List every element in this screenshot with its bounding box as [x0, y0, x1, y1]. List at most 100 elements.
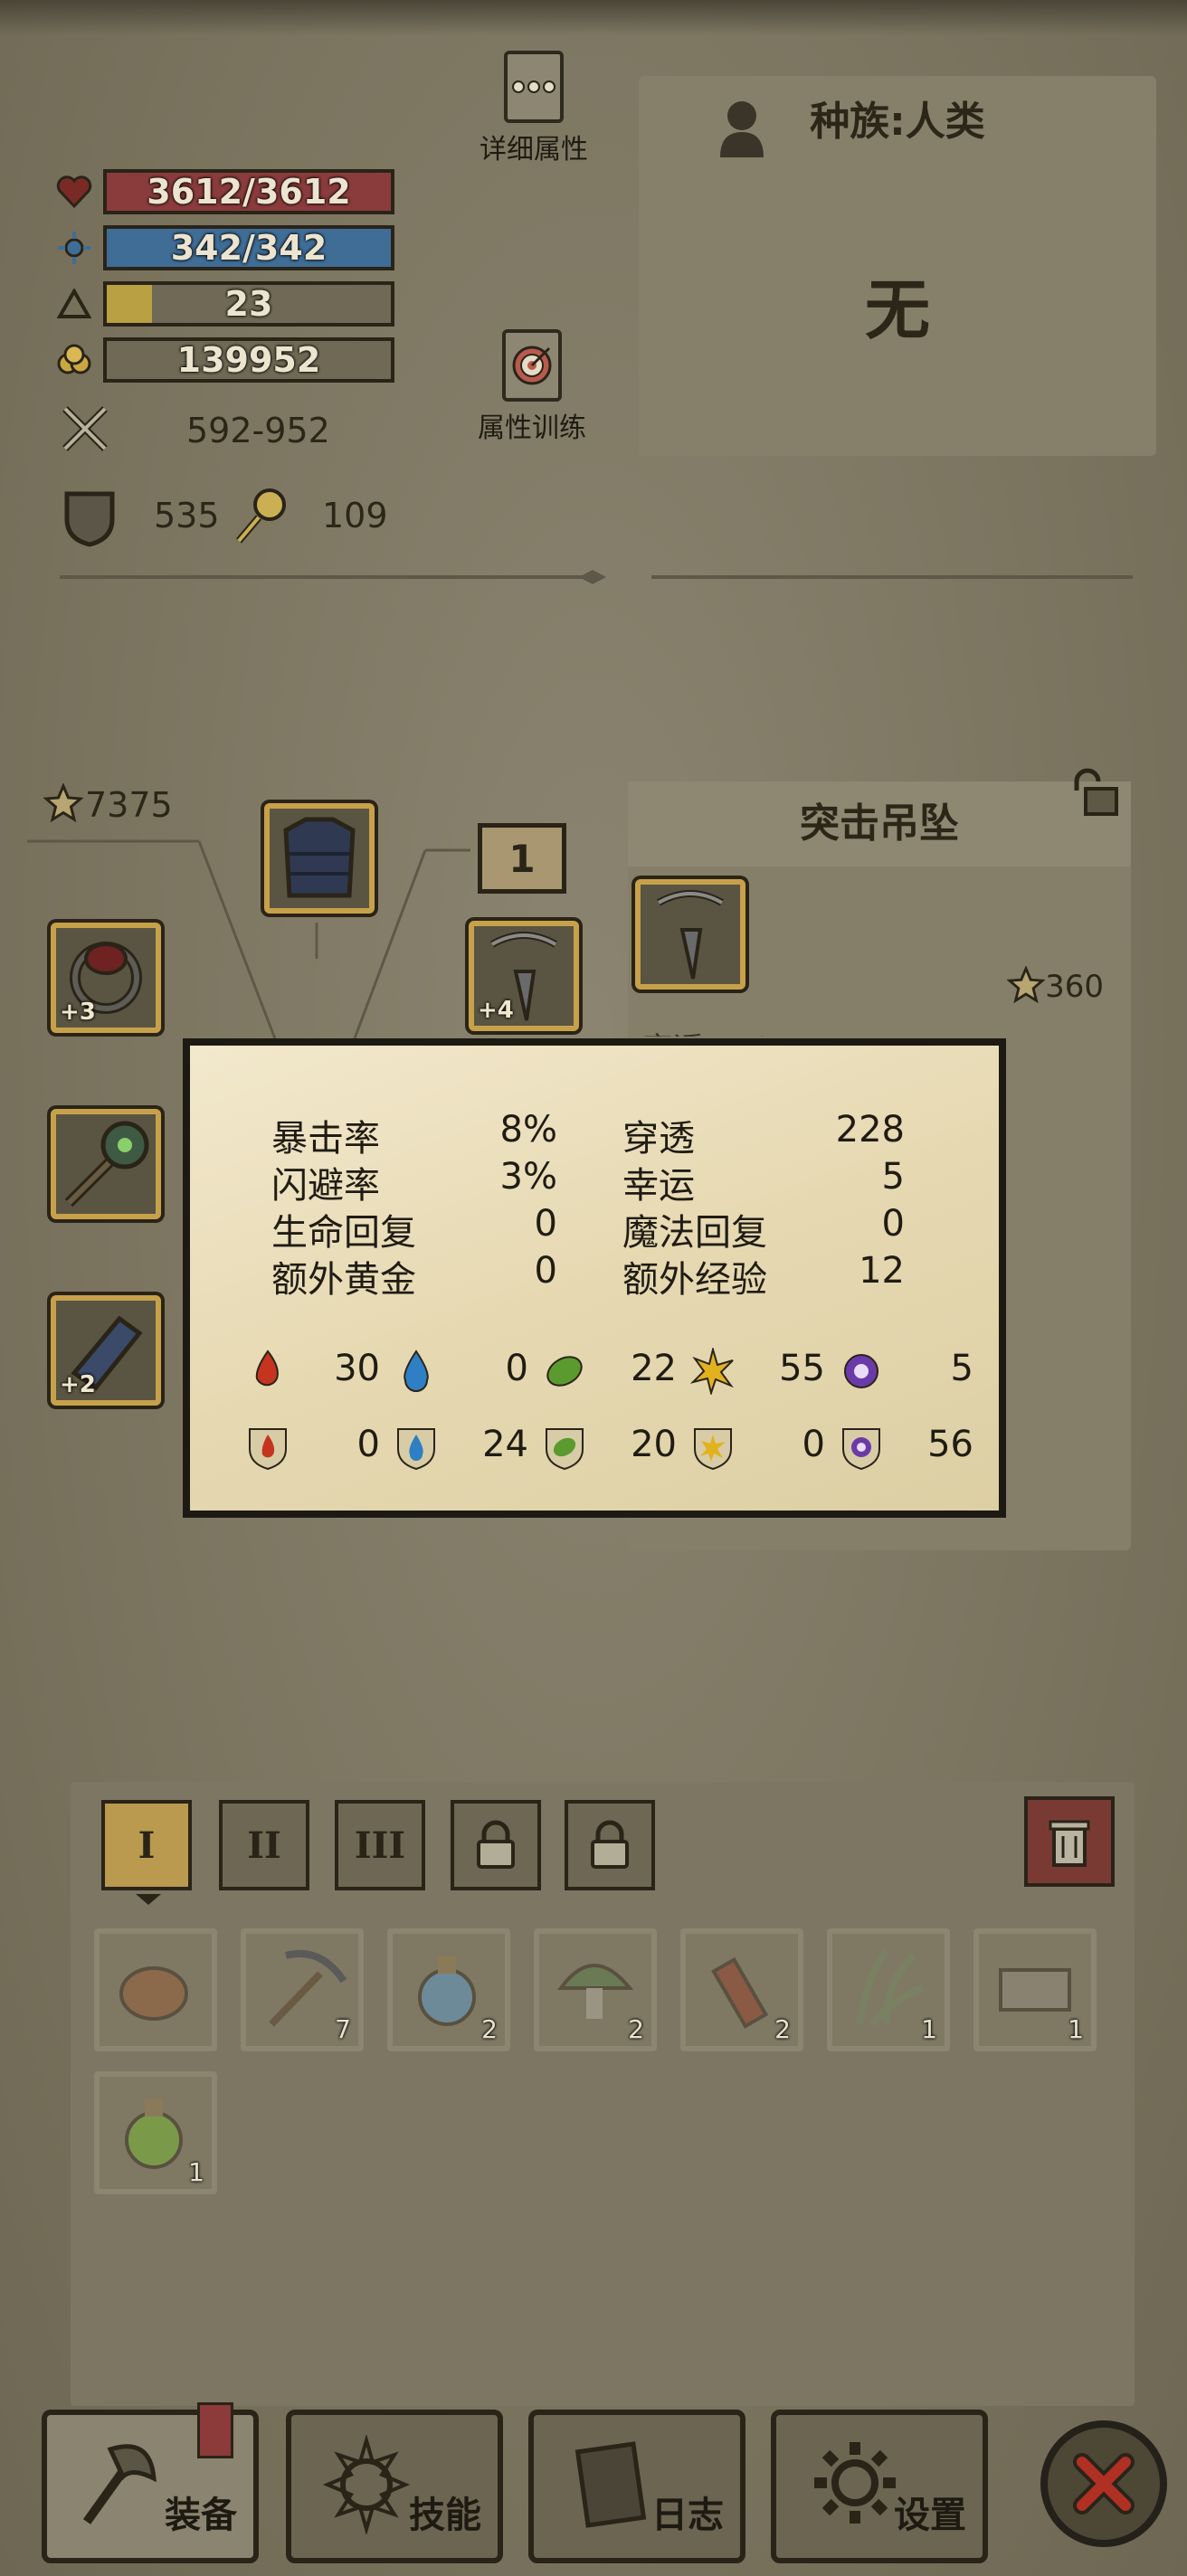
inventory-slot[interactable]: 1	[973, 1928, 1097, 2051]
item-count: 1	[1068, 2014, 1084, 2044]
tab-1-label: I	[138, 1823, 156, 1867]
trash-icon	[1049, 1820, 1090, 1867]
penetration-value: 228	[835, 1109, 905, 1151]
inventory-slot[interactable]: 7	[241, 1928, 364, 2051]
race-value: 无	[864, 272, 930, 348]
tab-3-label: III	[354, 1823, 406, 1867]
hp-regen-value: 0	[534, 1203, 557, 1245]
meat-icon	[119, 1966, 188, 2021]
inventory-slot[interactable]: 1	[827, 1928, 950, 2051]
item-count: 2	[628, 2014, 644, 2044]
lightning-resist-value: 0	[802, 1424, 825, 1465]
nav-skills-button[interactable]: 技能	[286, 2410, 503, 2563]
element-resist-row: 0 24 20 0 56	[244, 1420, 973, 1474]
lock-icon[interactable]	[1068, 767, 1122, 821]
inventory-slot[interactable]: 2	[387, 1928, 510, 2051]
inventory-tab-2[interactable]: II	[219, 1800, 309, 1890]
inventory-slot[interactable]: 1	[94, 2071, 217, 2194]
lightning-attack-icon	[689, 1348, 734, 1395]
item-count: 1	[188, 2157, 204, 2187]
item-count: 2	[774, 2014, 791, 2044]
luck-value: 5	[881, 1156, 905, 1198]
dodge-rate-label: 闪避率	[271, 1165, 380, 1207]
tooltip-row: 额外黄金 0 额外经验 12	[271, 1250, 905, 1301]
equip-slot-ring[interactable]: +3	[51, 923, 161, 1033]
inventory-slot[interactable]: 2	[680, 1928, 803, 2051]
item-score: 360	[1006, 965, 1104, 1008]
armor-icon	[283, 817, 356, 898]
luck-label: 幸运	[622, 1165, 695, 1207]
arcane-resist-value: 56	[927, 1424, 973, 1465]
fire-attack-icon	[255, 1350, 279, 1387]
axe-icon	[82, 2444, 157, 2524]
nav-equip-button[interactable]: 装备	[42, 2402, 259, 2563]
bracer-plus: +2	[60, 1371, 96, 1398]
inventory-tab-locked-5[interactable]	[565, 1800, 655, 1890]
slot-level-badge: 1	[478, 823, 566, 894]
crit-rate-label: 暴击率	[271, 1118, 380, 1160]
inventory-slot[interactable]	[94, 1928, 217, 2051]
inventory-slot[interactable]: 2	[534, 1928, 657, 2051]
arcane-attack: 5	[838, 1344, 983, 1398]
item-score-value: 360	[1045, 969, 1104, 1005]
nav-skills-label: 技能	[409, 2495, 481, 2536]
nav-log-button[interactable]: 日志	[528, 2410, 745, 2563]
water-resist-value: 24	[482, 1424, 528, 1465]
race-panel: 种族:人类 无	[639, 76, 1156, 456]
extra-exp-value: 12	[859, 1250, 905, 1292]
ring-plus: +3	[60, 999, 96, 1026]
tooltip-row: 暴击率 8% 穿透 228	[271, 1109, 905, 1160]
lightning-resist-icon	[694, 1428, 732, 1471]
item-count: 7	[335, 2014, 351, 2044]
tab-2-label: II	[247, 1823, 281, 1867]
nature-attack-icon	[546, 1356, 583, 1387]
nature-attack: 22	[541, 1344, 686, 1398]
fire-attack: 30	[244, 1344, 389, 1398]
nav-equip-label: 装备	[165, 2495, 237, 2536]
dodge-rate-value: 3%	[499, 1156, 557, 1198]
water-resist: 24	[393, 1420, 537, 1474]
water-resist-icon	[397, 1428, 435, 1471]
water-attack-icon	[404, 1350, 429, 1392]
lightning-attack: 55	[689, 1344, 834, 1398]
nav-settings-button[interactable]: 设置	[771, 2410, 988, 2563]
pendant-plus: +4	[478, 997, 514, 1024]
close-button[interactable]	[1040, 2420, 1167, 2547]
extra-gold-label: 额外黄金	[271, 1259, 416, 1301]
section-divider-right	[651, 575, 1133, 579]
item-count: 1	[921, 2014, 937, 2044]
nav-settings-label: 设置	[894, 2495, 966, 2536]
item-title: 突击吊坠	[628, 781, 1131, 867]
hp-regen-label: 生命回复	[271, 1212, 416, 1254]
inventory-tab-3[interactable]: III	[335, 1800, 425, 1890]
lightning-resist: 0	[689, 1420, 834, 1474]
equip-slot-bracer[interactable]: +2	[51, 1295, 161, 1406]
gear-icon	[814, 2442, 896, 2524]
inventory-tab-1[interactable]: I	[101, 1800, 192, 1890]
equip-slot-pendant[interactable]: +4	[469, 921, 579, 1031]
extra-gold-value: 0	[534, 1250, 557, 1292]
skill-burst-icon	[322, 2435, 411, 2534]
padlock-icon	[477, 1820, 515, 1869]
mp-regen-label: 魔法回复	[622, 1212, 767, 1254]
race-title: 种族:人类	[810, 99, 985, 145]
equip-slot-armor[interactable]	[264, 803, 375, 914]
penetration-label: 穿透	[622, 1118, 695, 1160]
item-stats-tooltip: 暴击率 8% 穿透 228 闪避率 3% 幸运 5 生命回复 0 魔法回复 0 …	[183, 1038, 1006, 1518]
water-attack-value: 0	[505, 1348, 528, 1389]
mace-icon	[64, 1121, 149, 1208]
pendant-preview-icon	[657, 890, 724, 980]
trash-button[interactable]	[1024, 1796, 1115, 1887]
mp-regen-value: 0	[881, 1203, 905, 1245]
arcane-resist-icon	[842, 1428, 880, 1471]
water-attack: 0	[393, 1344, 537, 1398]
lightning-attack-value: 55	[779, 1348, 825, 1389]
journal-icon	[575, 2441, 647, 2528]
equip-slot-weapon[interactable]	[51, 1109, 161, 1219]
crit-rate-value: 8%	[499, 1109, 557, 1151]
nature-resist-icon	[546, 1428, 584, 1471]
arcane-resist: 56	[838, 1420, 983, 1474]
inventory-tab-locked-4[interactable]	[451, 1800, 541, 1890]
nature-resist-value: 20	[631, 1424, 677, 1465]
active-tab-pointer	[136, 1894, 161, 1905]
